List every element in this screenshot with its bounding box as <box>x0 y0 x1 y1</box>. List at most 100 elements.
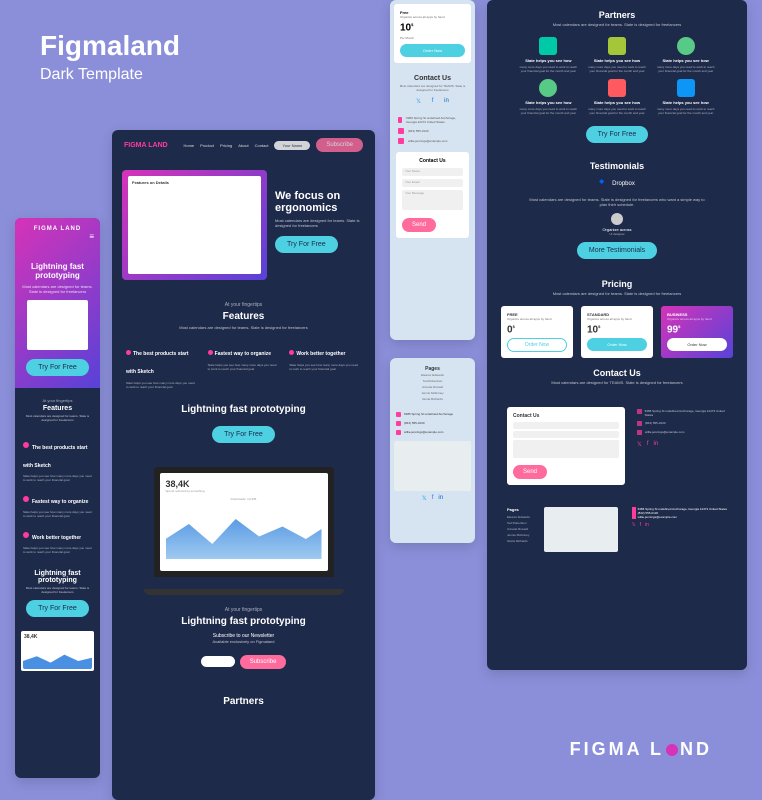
features-title: Features <box>124 311 363 322</box>
twitter-icon[interactable]: 𝕏 <box>632 522 636 528</box>
features-sub: At your fingertips <box>124 302 363 308</box>
cta-button[interactable]: Try For Free <box>212 426 275 443</box>
plan-desc: Organize across all apps by hand <box>507 317 567 321</box>
proto-section: Lightning fast prototyping Most calendar… <box>15 558 100 627</box>
contact-section: Contact Us Most calendars are designed f… <box>487 358 747 395</box>
order-button[interactable]: Order Now <box>400 44 465 57</box>
pin-icon <box>396 412 401 417</box>
partners-title: Partners <box>124 696 363 707</box>
nav-product[interactable]: Product <box>200 143 214 148</box>
footer-link[interactable]: Annette Russell <box>507 527 530 531</box>
nav-bar: FIGMA LAND Home Product Pricing About Co… <box>112 130 375 160</box>
wave-chart-icon <box>166 509 322 559</box>
plan-free: FREE Organize across all apps by hand 0$… <box>501 306 573 358</box>
plan-price: 0$ <box>507 324 567 335</box>
form-title: Contact Us <box>513 413 619 419</box>
newsletter-section: At your fingertips Lightning fast protot… <box>112 595 375 681</box>
nav-home[interactable]: Home <box>183 143 194 148</box>
page-link[interactable]: Gloria Richards <box>396 396 469 402</box>
order-button[interactable]: Order Now <box>587 338 647 351</box>
hero-image: Features on Details <box>122 170 267 280</box>
partner-desc: many more days you need to work to reach… <box>654 65 717 73</box>
android-icon <box>608 37 626 55</box>
linkedin-icon[interactable]: in <box>443 98 451 106</box>
email-input[interactable]: Your Email <box>402 179 463 187</box>
footer-title: Pages <box>507 507 530 512</box>
facebook-icon[interactable]: f <box>640 522 641 528</box>
twitter-icon[interactable]: 𝕏 <box>415 98 423 106</box>
linkedin-icon[interactable]: in <box>438 495 443 502</box>
email-input[interactable] <box>201 656 236 667</box>
nav-about[interactable]: About <box>238 143 248 148</box>
footer-link[interactable]: Jennie Mckinney <box>507 533 530 537</box>
partner-desc: many more days you need to work to reach… <box>517 65 580 73</box>
contact-sub: Most calendars are designed for TEAMS. S… <box>497 380 737 385</box>
subscribe-button[interactable]: Subscribe <box>240 655 287 669</box>
order-button[interactable]: Order Now <box>667 338 727 351</box>
hero-section: Features on Details We focus on ergonomi… <box>112 160 375 290</box>
order-button[interactable]: Order Now <box>507 338 567 352</box>
cta-button[interactable]: Try For Free <box>26 600 89 617</box>
contact-title: Contact Us <box>396 75 469 82</box>
cta-button[interactable]: Try For Free <box>26 359 89 376</box>
twitter-icon[interactable]: 𝕏 <box>422 495 427 502</box>
email-input[interactable] <box>513 431 619 438</box>
partner-cell: Slate helps you see howmany more days yo… <box>586 79 649 115</box>
bullet-icon <box>23 496 29 502</box>
stat-label: Spend reduced by something <box>166 489 322 493</box>
facebook-icon[interactable]: f <box>429 98 437 106</box>
footer-link[interactable]: Gloria Richards <box>507 539 530 543</box>
basecamp-icon <box>539 79 557 97</box>
feature-title: Work better together <box>296 351 345 357</box>
stat-value: 38,4K <box>21 631 94 643</box>
partner-title: Slate helps you see how <box>654 58 717 63</box>
linkedin-icon[interactable]: in <box>654 441 659 448</box>
partner-desc: many more days you need to work to reach… <box>654 107 717 115</box>
send-button[interactable]: Send <box>513 465 547 479</box>
name-input[interactable]: Your Name <box>402 168 463 176</box>
plan-price: 99$ <box>667 324 727 335</box>
more-button[interactable]: More Testimonials <box>577 242 657 259</box>
linkedin-icon[interactable]: in <box>645 522 649 528</box>
footer-brand-logo: FIGMA LND <box>570 739 712 760</box>
feature-title: Work better together <box>32 535 81 541</box>
mail-icon <box>637 430 642 435</box>
name-input[interactable]: Your Name <box>274 141 310 150</box>
facebook-icon[interactable]: f <box>647 441 649 448</box>
message-input[interactable]: Your Message <box>402 190 463 210</box>
partner-cell: Slate helps you see howmany more days yo… <box>517 37 580 73</box>
features-desc: Most calendars are designed for teams. S… <box>124 325 363 330</box>
hero-sub: Most calendars are designed for teams. S… <box>21 284 94 294</box>
name-input[interactable] <box>513 422 619 429</box>
facebook-icon[interactable]: f <box>432 495 434 502</box>
footer-link[interactable]: Eleanor Edwards <box>507 515 530 519</box>
pin-icon <box>637 409 642 414</box>
features-title: Features <box>21 405 94 412</box>
send-button[interactable]: Send <box>402 218 436 232</box>
feature-title: The best products start with Sketch <box>23 445 88 469</box>
nav-pricing[interactable]: Pricing <box>220 143 232 148</box>
newsletter-sub: At your fingertips <box>124 607 363 613</box>
phone-icon <box>398 128 404 134</box>
contact-address: 6386 Spring St undefined Anchorage, Geor… <box>390 114 475 126</box>
nav-contact[interactable]: Contact <box>255 143 269 148</box>
cta-button[interactable]: Try For Free <box>275 236 338 253</box>
partner-icon <box>539 37 557 55</box>
contact-form: Contact Us Your Name Your Email Your Mes… <box>396 152 469 238</box>
contact-address: 6386 Spring St undefined Anchorage <box>390 410 475 419</box>
twitter-icon[interactable]: 𝕏 <box>637 441 642 448</box>
preview-contact-light: Free Organize across all apps by hand 10… <box>390 0 475 340</box>
subscribe-button[interactable]: Subscribe <box>316 138 363 152</box>
contact-sub: Most calendars are designed for TEAMS. S… <box>396 84 469 92</box>
partner-title: Slate helps you see how <box>654 100 717 105</box>
contact-email: willie.jennings@example.com <box>390 136 475 146</box>
partners-grid: Slate helps you see how many more days yo… <box>487 37 747 115</box>
message-input[interactable] <box>513 440 619 458</box>
menu-icon[interactable]: ≡ <box>89 232 94 241</box>
pin-icon <box>398 117 402 123</box>
feature-2: Fastest way to organize Slate helps you … <box>208 342 280 389</box>
footer-link[interactable]: Ted Robertson <box>507 521 530 525</box>
dash-title: Features on Details <box>128 176 261 189</box>
footer-map <box>544 507 618 552</box>
cta-button[interactable]: Try For Free <box>586 126 649 143</box>
